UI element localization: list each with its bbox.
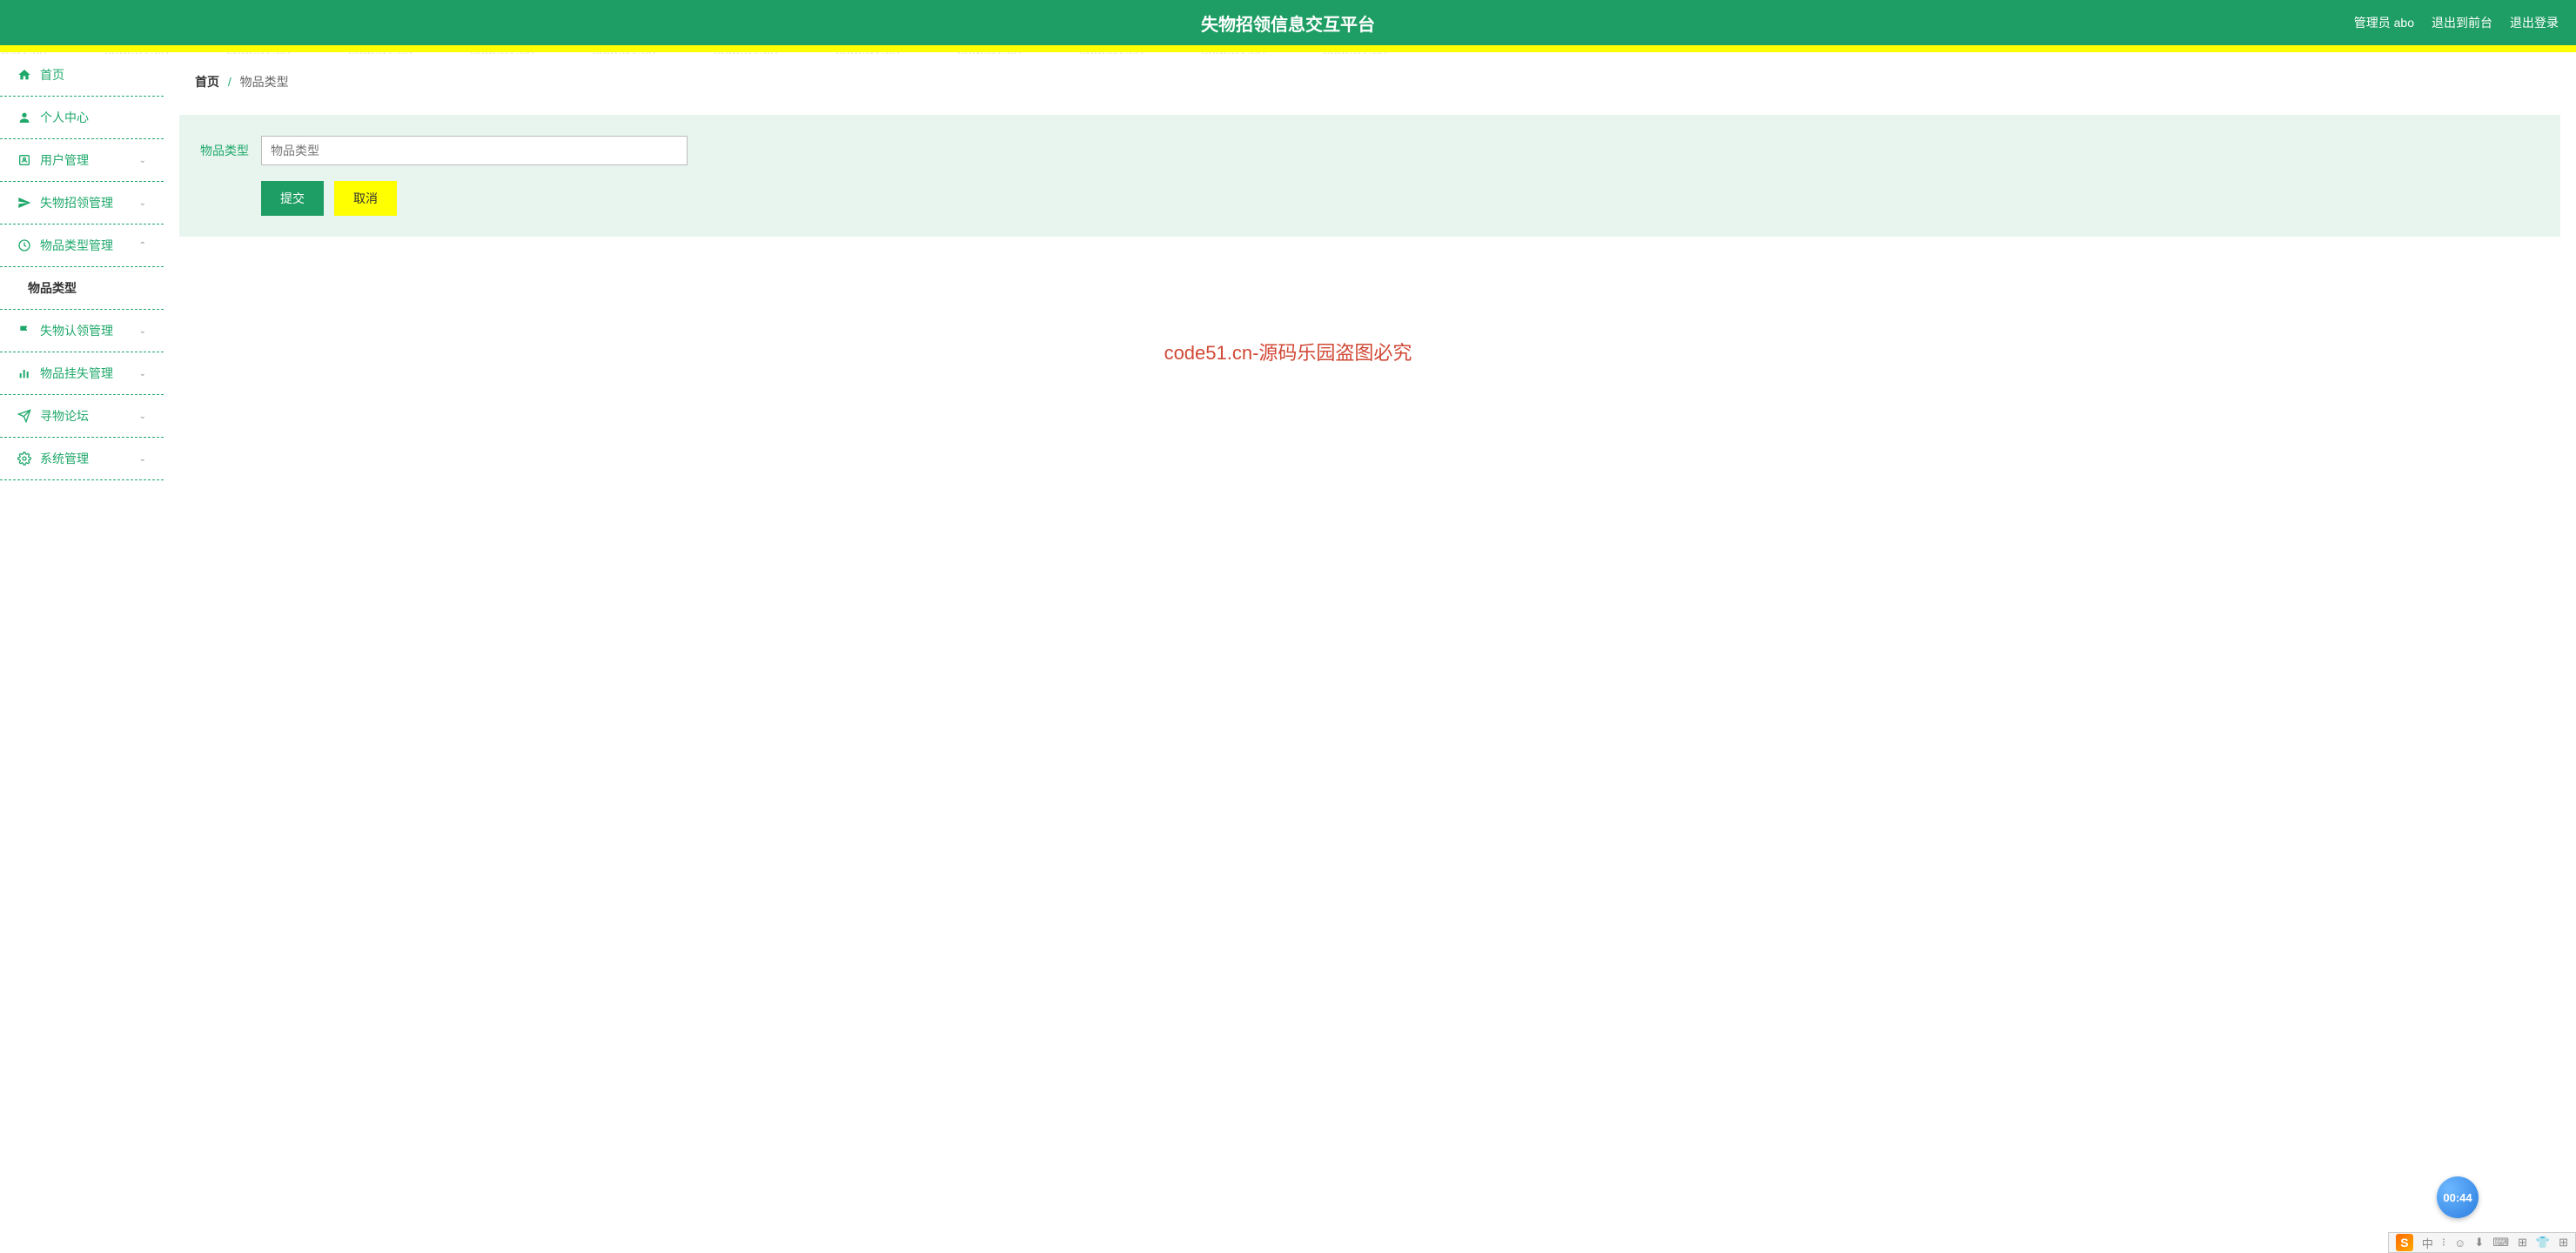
exit-to-front-link[interactable]: 退出到前台: [2432, 14, 2492, 31]
sidebar-item-home[interactable]: 首页: [0, 54, 164, 97]
chevron-down-icon: ⌄: [139, 326, 146, 336]
submit-button[interactable]: 提交: [261, 181, 324, 216]
flag-icon: [17, 324, 31, 338]
sidebar-item-user-manage[interactable]: 用户管理 ⌄: [0, 139, 164, 182]
chevron-down-icon: ⌄: [139, 412, 146, 421]
app-header: 失物招领信息交互平台 管理员 abo 退出到前台 退出登录: [0, 0, 2576, 45]
sidebar-item-label: 用户管理: [40, 151, 89, 169]
chevron-down-icon: ⌄: [139, 156, 146, 165]
breadcrumb-home[interactable]: 首页: [195, 75, 219, 89]
sidebar-item-label: 系统管理: [40, 450, 89, 467]
sidebar: 首页 个人中心 用户管理 ⌄ 失物招领管理 ⌄ 物品类型管理 ⌃ 物品类型: [0, 54, 164, 1253]
chevron-down-icon: ⌄: [139, 369, 146, 379]
sidebar-item-item-type[interactable]: 物品类型管理 ⌃: [0, 224, 164, 267]
form-buttons: 提交 取消: [261, 181, 2539, 216]
ime-menu-icon[interactable]: ⁝: [2442, 1236, 2445, 1250]
sidebar-item-lost-found[interactable]: 失物招领管理 ⌄: [0, 182, 164, 224]
home-icon: [17, 68, 31, 82]
clock-icon: [17, 238, 31, 252]
main-content: 首页 / 物品类型 物品类型 提交 取消: [164, 54, 2576, 1253]
form-panel: 物品类型 提交 取消: [179, 115, 2560, 237]
ime-keyboard-icon[interactable]: ⌨: [2492, 1236, 2509, 1250]
breadcrumb-separator: /: [228, 75, 231, 89]
sidebar-item-forum[interactable]: 寻物论坛 ⌄: [0, 395, 164, 438]
ime-download-icon[interactable]: ⬇: [2474, 1236, 2484, 1250]
cancel-button[interactable]: 取消: [334, 181, 397, 216]
ime-emoji-icon[interactable]: ☺: [2454, 1236, 2465, 1250]
breadcrumb-current: 物品类型: [240, 75, 289, 89]
app-title: 失物招领信息交互平台: [1201, 10, 1375, 36]
breadcrumb: 首页 / 物品类型: [179, 59, 2560, 104]
chart-icon: [17, 366, 31, 380]
sidebar-item-label: 失物招领管理: [40, 194, 113, 211]
sidebar-subitem-item-type[interactable]: 物品类型: [0, 267, 164, 310]
user-manage-icon: [17, 153, 31, 167]
send-icon: [17, 409, 31, 423]
ime-logo-icon[interactable]: S: [2396, 1234, 2413, 1251]
floating-timer-badge[interactable]: 00:44: [2437, 1176, 2479, 1218]
ime-lang-toggle[interactable]: 中: [2422, 1235, 2433, 1251]
ime-toolbox-icon[interactable]: ⊞: [2559, 1236, 2568, 1250]
chevron-down-icon: ⌄: [139, 454, 146, 464]
header-actions: 管理员 abo 退出到前台 退出登录: [2354, 14, 2559, 31]
ime-toolbar[interactable]: S 中 ⁝ ☺ ⬇ ⌨ ⊞ 👕 ⊞: [2388, 1232, 2576, 1253]
gear-icon: [17, 452, 31, 466]
item-type-input[interactable]: [261, 136, 688, 165]
field-label-item-type: 物品类型: [200, 142, 249, 159]
sidebar-item-claim[interactable]: 失物认领管理 ⌄: [0, 310, 164, 352]
paper-plane-icon: [17, 196, 31, 210]
ime-skin-icon[interactable]: 👕: [2536, 1236, 2550, 1250]
sidebar-item-profile[interactable]: 个人中心: [0, 97, 164, 139]
logout-link[interactable]: 退出登录: [2510, 14, 2559, 31]
sidebar-item-label: 寻物论坛: [40, 407, 89, 425]
form-row-item-type: 物品类型: [200, 136, 2539, 165]
sidebar-item-label: 个人中心: [40, 109, 89, 126]
chevron-down-icon: ⌄: [139, 198, 146, 208]
sidebar-item-label: 首页: [40, 66, 64, 84]
yellow-separator: [0, 45, 2576, 52]
user-icon: [17, 111, 31, 124]
ime-grid-icon[interactable]: ⊞: [2518, 1236, 2527, 1250]
admin-label[interactable]: 管理员 abo: [2354, 14, 2414, 31]
chevron-up-icon: ⌃: [139, 241, 146, 251]
sidebar-item-label: 失物认领管理: [40, 322, 113, 339]
sidebar-item-system[interactable]: 系统管理 ⌄: [0, 438, 164, 480]
sidebar-item-lost-report[interactable]: 物品挂失管理 ⌄: [0, 352, 164, 395]
sidebar-item-label: 物品类型管理: [40, 237, 113, 254]
sidebar-item-label: 物品挂失管理: [40, 365, 113, 382]
